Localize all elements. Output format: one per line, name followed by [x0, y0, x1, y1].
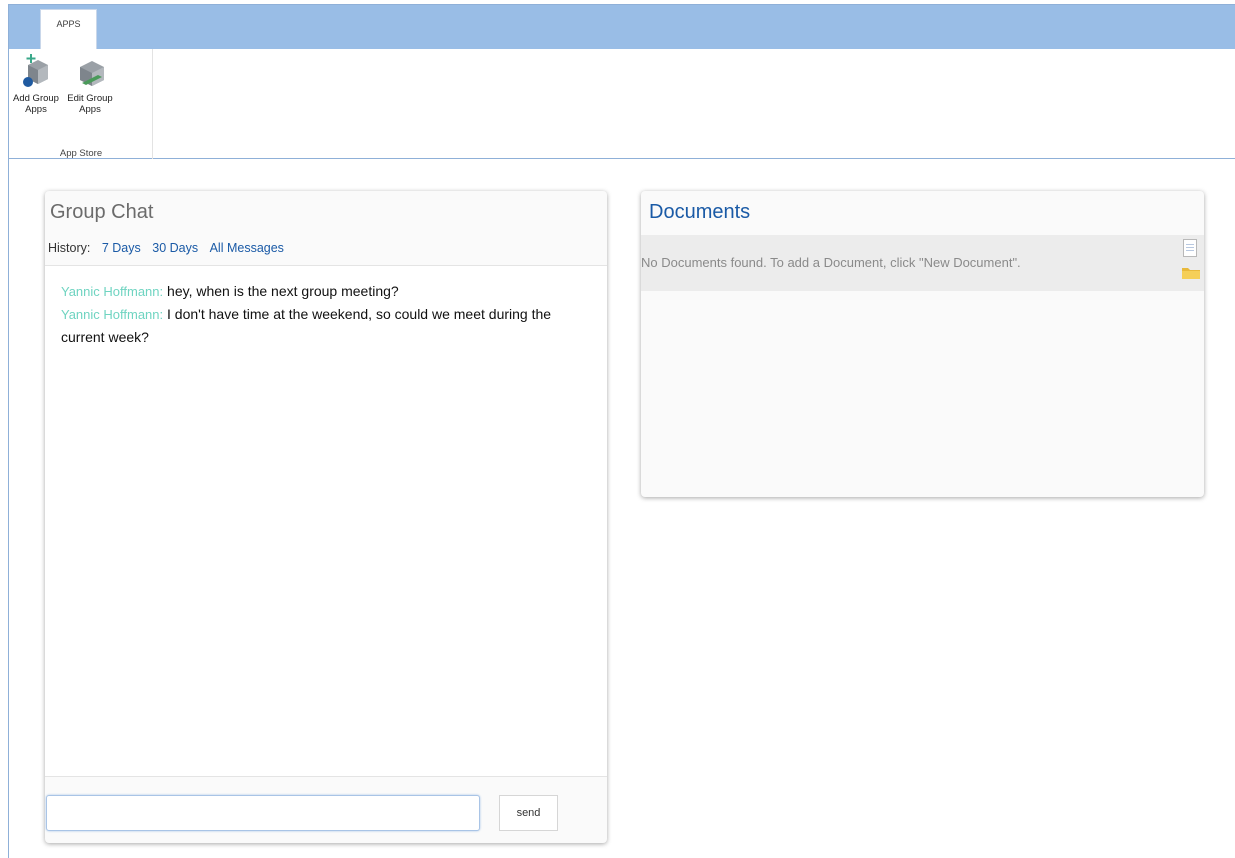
chat-message: Yannic Hoffmann: hey, when is the next g… [61, 280, 593, 303]
message-author: Yannic Hoffmann: [61, 284, 164, 299]
chat-message-list[interactable]: Yannic Hoffmann: hey, when is the next g… [45, 265, 607, 777]
group-chat-title: Group Chat [50, 201, 154, 223]
app-store-group-label: App Store [59, 148, 103, 159]
history-all-messages-link[interactable]: All Messages [210, 241, 284, 255]
chat-history-bar: History: 7 Days 30 Days All Messages [48, 241, 284, 255]
message-text: hey, when is the next group meeting? [167, 283, 399, 299]
message-author: Yannic Hoffmann: [61, 307, 164, 322]
ribbon: Add Group Apps Edit Group Apps App Store [9, 49, 1235, 159]
add-app-icon [18, 53, 54, 91]
add-group-apps-label: Add Group Apps [13, 93, 59, 115]
edit-group-apps-label: Edit Group Apps [67, 93, 113, 115]
documents-panel: Documents No Documents found. To add a D… [641, 191, 1204, 497]
group-chat-panel: Group Chat History: 7 Days 30 Days All M… [45, 191, 607, 843]
tab-apps[interactable]: APPS [40, 9, 97, 49]
app-window: APPS Add Group Apps Edit Group Apps App … [8, 4, 1235, 858]
edit-group-apps-button[interactable]: Edit Group Apps [65, 53, 115, 123]
chat-message-input[interactable] [46, 795, 480, 831]
send-button[interactable]: send [499, 795, 558, 831]
ribbon-tab-bar: APPS [9, 5, 1235, 49]
add-group-apps-button[interactable]: Add Group Apps [11, 53, 61, 123]
folder-icon[interactable] [1181, 265, 1201, 280]
history-label: History: [48, 241, 91, 255]
documents-title: Documents [649, 201, 751, 223]
edit-app-icon [72, 53, 108, 91]
documents-list: No Documents found. To add a Document, c… [641, 235, 1204, 291]
documents-empty-message: No Documents found. To add a Document, c… [641, 255, 1021, 270]
app-store-group: Add Group Apps Edit Group Apps App Store [9, 49, 153, 159]
chat-message: Yannic Hoffmann: I don't have time at th… [61, 303, 593, 348]
history-30-days-link[interactable]: 30 Days [152, 241, 198, 255]
history-7-days-link[interactable]: 7 Days [102, 241, 141, 255]
new-document-icon[interactable] [1183, 239, 1197, 257]
